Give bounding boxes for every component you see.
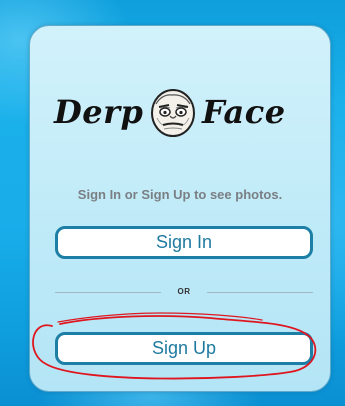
logo-text-face: Face <box>202 93 286 131</box>
sign-in-card: Derp Face Sign In or Sign Up to see phot… <box>29 25 331 392</box>
or-divider: OR <box>55 286 313 298</box>
signin-prompt-text: Sign In or Sign Up to see photos. <box>77 187 283 202</box>
sign-in-button[interactable]: Sign In <box>55 226 313 259</box>
rage-face-icon <box>148 86 198 138</box>
logo-text-derp: Derp <box>54 93 144 131</box>
derpface-logo: Derp Face <box>54 86 312 140</box>
divider-line-right <box>207 292 313 293</box>
sign-up-button[interactable]: Sign Up <box>55 332 313 365</box>
